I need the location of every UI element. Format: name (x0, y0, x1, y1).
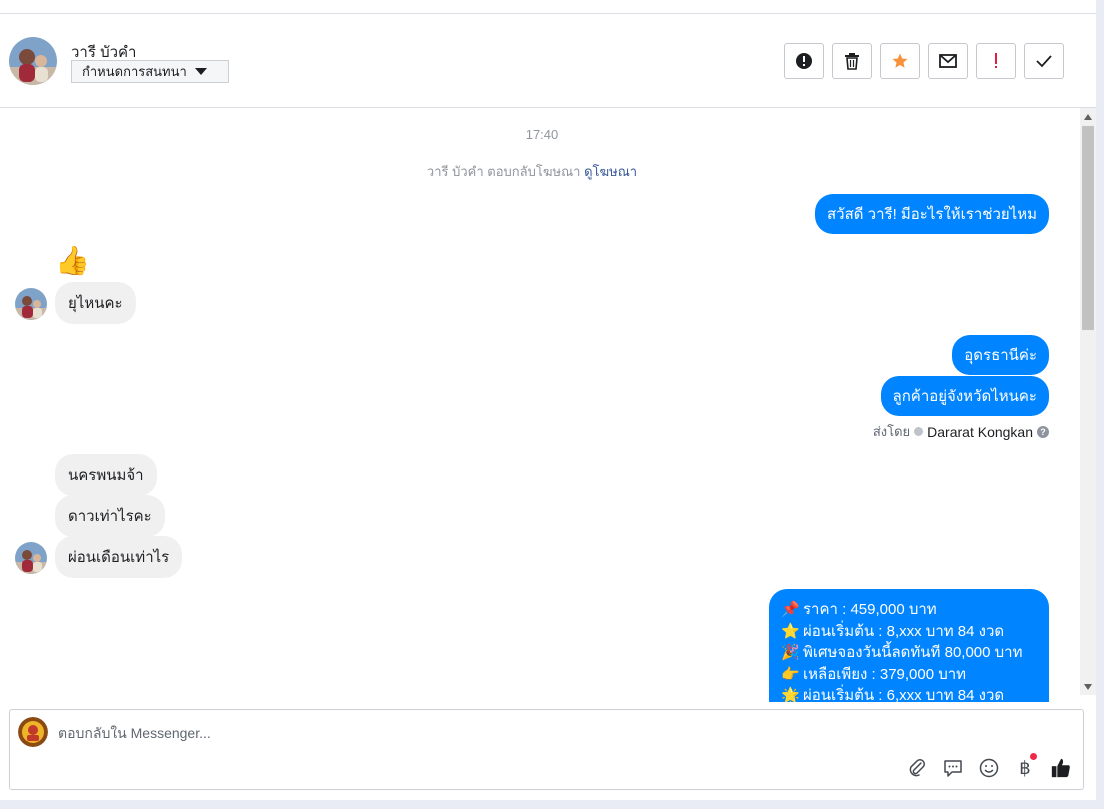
scroll-thumb[interactable] (1082, 126, 1094, 330)
conversation-header: วารี บัวคำ กำหนดการสนทนา (0, 14, 1096, 108)
bottom-rail (0, 800, 1104, 809)
sender-name: Dararat Kongkan (927, 423, 1033, 440)
promo-line-text: ผ่อนเริ่มต้น : 8,xxx บาท 84 งวด (803, 622, 1005, 640)
promo-line: ⭐ ผ่อนเริ่มต้น : 8,xxx บาท 84 งวด (781, 621, 1037, 643)
baht-icon: ฿ (1019, 757, 1031, 778)
envelope-icon (939, 54, 957, 68)
thumbs-up-icon (1051, 758, 1070, 778)
incoming-message[interactable]: ผ่อนเดือนเท่าไร (55, 536, 183, 578)
assign-conversation-label: กำหนดการสนทนา (82, 64, 187, 79)
contact-avatar-small[interactable] (15, 542, 47, 574)
promo-line: 🎉 พิเศษจองวันนี้ลดทันที 80,000 บาท (781, 642, 1037, 664)
header-actions (784, 43, 1064, 79)
message-timestamp: 17:40 (525, 127, 559, 142)
smiley-icon (979, 758, 999, 778)
promo-message[interactable]: 📌 ราคา : 459,000 บาท ⭐ ผ่อนเริ่มต้น : 8,xx… (769, 589, 1049, 702)
star-button[interactable] (880, 43, 920, 79)
emoji-button[interactable] (977, 756, 1001, 780)
verified-dot-icon (914, 427, 924, 436)
outgoing-message[interactable]: สวัสดี วารี! มีอะไรให้เราช่วยไหม (815, 194, 1049, 234)
pointing-emoji: 👉 (781, 665, 800, 683)
thumbs-up-emoji-message[interactable]: 👍 (55, 244, 90, 278)
promo-line-text: พิเศษจองวันนี้ลดทันที 80,000 บาท (803, 644, 1023, 661)
follow-up-button[interactable] (976, 43, 1016, 79)
message-thread[interactable]: 17:40 วารี บัวคำ ตอบกลับโฆษณา ดูโฆษณา สว… (0, 108, 1080, 702)
incoming-message[interactable]: นครพนมจ้า (55, 454, 157, 496)
help-icon[interactable]: ? (1037, 425, 1049, 438)
sent-by-label: ส่งโดย Dararat Kongkan ? (873, 421, 1049, 442)
attach-button[interactable] (905, 756, 929, 780)
mark-unread-button[interactable] (928, 43, 968, 79)
trash-icon (845, 53, 859, 70)
pin-emoji: 📌 (781, 601, 800, 618)
caret-down-icon (194, 68, 207, 75)
star-emoji: ⭐ (781, 622, 800, 640)
promo-line-text: เหลือเพียง : 379,000 บาท (803, 665, 967, 683)
assign-conversation-button[interactable]: กำหนดการสนทนา (71, 60, 229, 83)
contact-avatar[interactable] (9, 37, 57, 85)
promo-line-text: ผ่อนเริ่มต้น : 6,xxx บาท 84 งวด (803, 687, 1005, 702)
reply-input[interactable] (58, 718, 658, 748)
ad-reply-text: วารี บัวคำ ตอบกลับโฆษณา (426, 164, 581, 179)
mark-done-button[interactable] (1024, 43, 1064, 79)
promo-line: 👉 เหลือเพียง : 379,000 บาท (781, 664, 1037, 686)
delete-button[interactable] (832, 43, 872, 79)
ad-reply-notice: วารี บัวคำ ตอบกลับโฆษณา ดูโฆษณา (0, 161, 1064, 182)
top-strip (0, 0, 1096, 14)
promo-line: 📌 ราคา : 459,000 บาท (781, 599, 1037, 621)
sent-by-prefix: ส่งโดย (872, 424, 911, 439)
page-avatar (18, 717, 48, 747)
star-icon (892, 53, 908, 68)
right-rail (1096, 0, 1104, 809)
scroll-down-arrow-icon[interactable] (1084, 684, 1092, 690)
scroll-up-arrow-icon[interactable] (1084, 114, 1092, 120)
check-icon (1036, 55, 1052, 68)
thread-scrollbar[interactable] (1080, 108, 1096, 695)
paperclip-icon (909, 759, 925, 777)
glowing-star-emoji: 🌟 (781, 687, 800, 702)
report-spam-button[interactable] (784, 43, 824, 79)
incoming-message[interactable]: ดาวเท่าไรคะ (55, 495, 165, 537)
notification-dot (1030, 753, 1037, 760)
promo-line: 🌟 ผ่อนเริ่มต้น : 6,xxx บาท 84 งวด (781, 685, 1037, 702)
promo-line-text: ราคา : 459,000 บาท (803, 601, 937, 618)
speech-bubble-icon (944, 760, 962, 777)
outgoing-message[interactable]: ลูกค้าอยู่จังหวัดไหนคะ (880, 376, 1049, 416)
alert-circle-icon (796, 53, 812, 69)
incoming-message[interactable]: ยุไหนคะ (55, 282, 136, 324)
payment-button[interactable]: ฿ (1013, 753, 1037, 780)
exclamation-icon (995, 53, 997, 68)
view-ad-link[interactable]: ดูโฆษณา (584, 164, 637, 179)
send-like-button[interactable] (1049, 756, 1073, 780)
outgoing-message[interactable]: อุดรธานีค่ะ (952, 335, 1049, 375)
saved-replies-button[interactable] (941, 756, 965, 780)
reply-composer: ฿ (9, 709, 1084, 790)
composer-tools: ฿ (905, 753, 1073, 780)
party-emoji: 🎉 (781, 644, 800, 661)
contact-avatar-small[interactable] (15, 288, 47, 320)
